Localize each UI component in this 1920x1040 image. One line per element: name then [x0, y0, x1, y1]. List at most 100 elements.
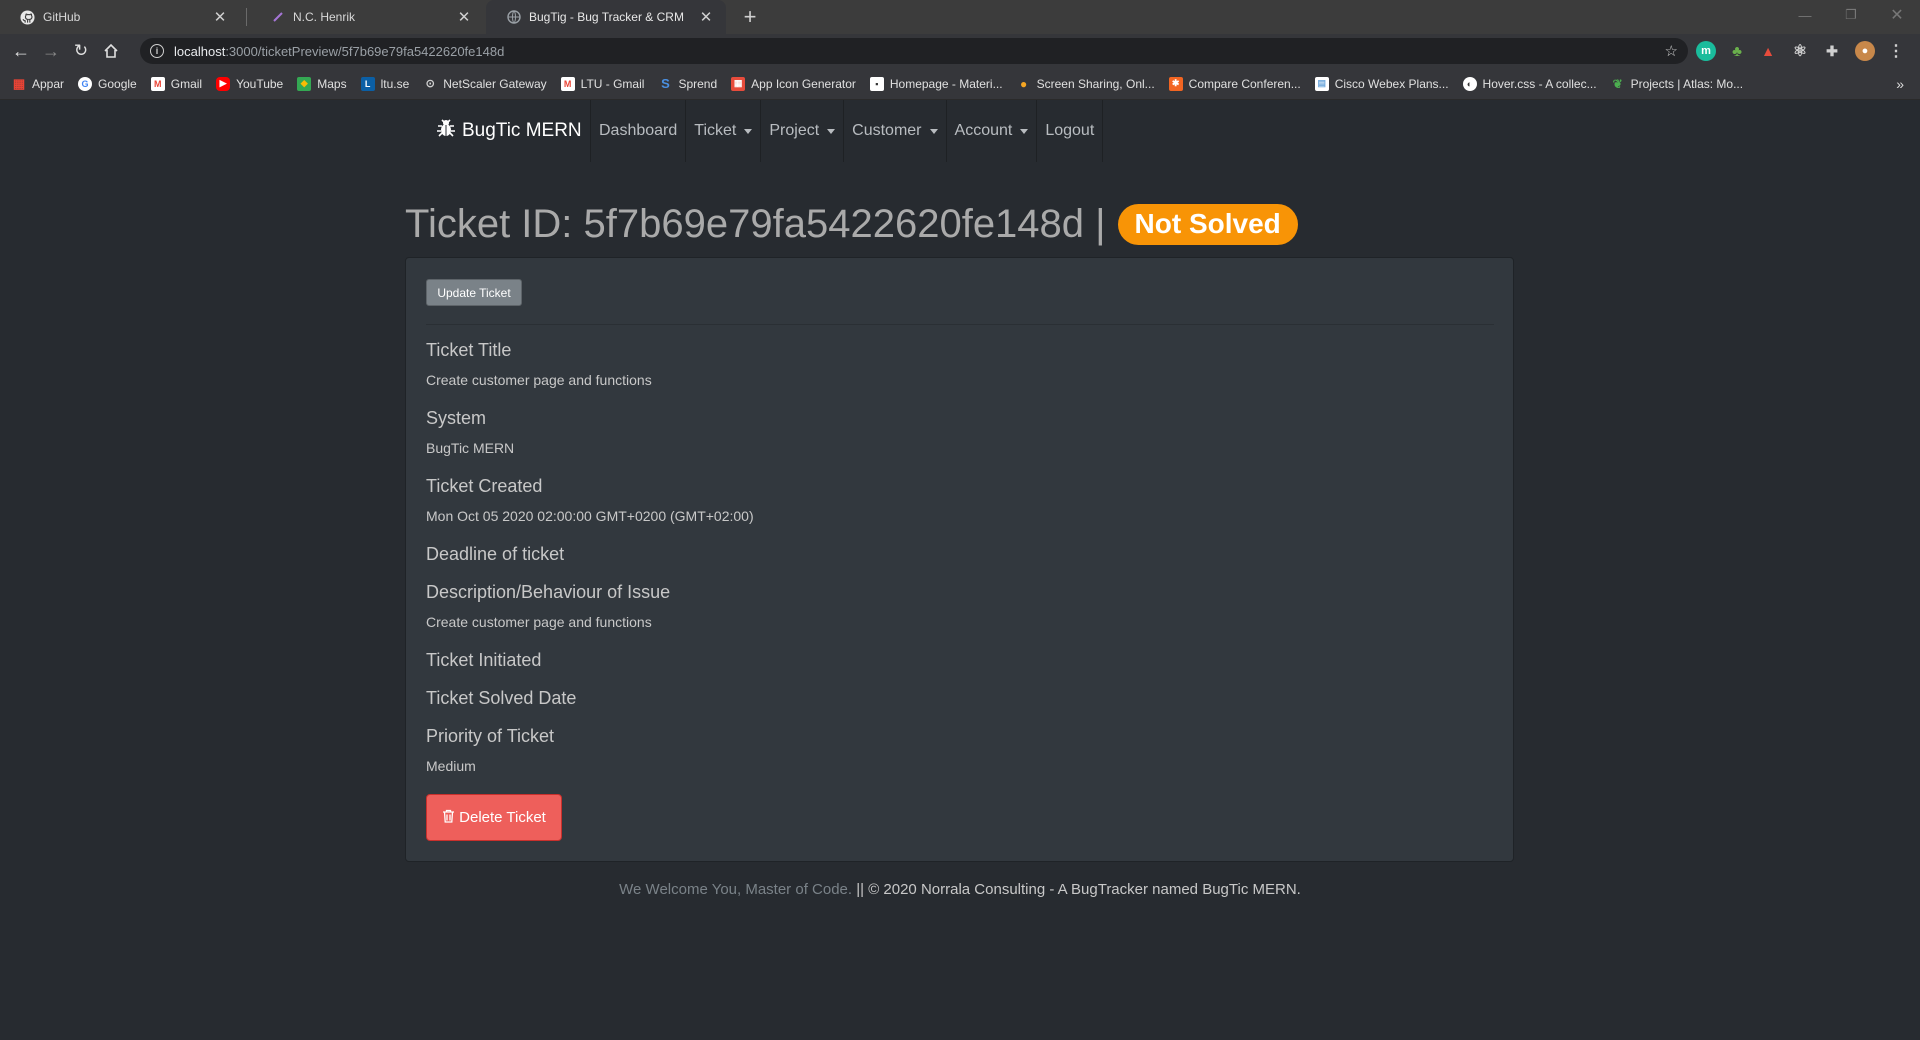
tab-separator [246, 8, 247, 26]
page-icon: ▪ [869, 76, 884, 91]
forward-icon[interactable]: → [36, 36, 66, 66]
bookmark-google[interactable]: G Google [78, 76, 137, 91]
tab-github[interactable]: GitHub ✕ [0, 0, 240, 34]
maps-icon: ◆ [297, 76, 312, 91]
description-value: Create customer page and functions [426, 614, 652, 630]
bookmark-youtube[interactable]: ▶ YouTube [216, 76, 283, 91]
system-label: System [426, 408, 487, 428]
restore-icon[interactable]: ❐ [1828, 0, 1874, 30]
lock-icon: ⊙ [425, 78, 435, 90]
trash-icon [442, 809, 455, 827]
ticket-created-value: Mon Oct 05 2020 02:00:00 GMT+0200 (GMT+0… [426, 508, 754, 524]
nav-ticket-dropdown[interactable]: Ticket [685, 100, 760, 162]
url-host: localhost [174, 43, 226, 59]
bookmark-ltu-gmail[interactable]: M LTU - Gmail [560, 76, 644, 91]
bookmarks-bar: ▦ Appar G Google M Gmail ▶ YouTube ◆ Maps Llt… [0, 68, 1920, 100]
close-window-icon[interactable]: ✕ [1874, 0, 1920, 30]
caret-down-icon [827, 128, 836, 134]
extensions-puzzle-icon[interactable]: ✚ [1822, 41, 1842, 61]
close-tab-icon[interactable]: ✕ [698, 9, 714, 26]
bookmark-appar[interactable]: ▦ Appar [12, 75, 64, 91]
ticket-title-value: Create customer page and functions [426, 372, 652, 388]
brand-name: BugTic MERN [462, 120, 582, 141]
bookmark-sprend[interactable]: S Sprend [658, 76, 717, 91]
url-path: :3000/ticketPreview/5f7b69e79fa5422620fe… [225, 43, 505, 59]
extension-react-icon[interactable]: ⚛ [1790, 41, 1810, 61]
footer-welcome: We Welcome You, Master of Code. [619, 881, 853, 898]
bookmark-netscaler[interactable]: ⊙ NetScaler Gateway [423, 77, 547, 91]
footer-copyright: || © 2020 Norrala Consulting - A BugTrac… [852, 881, 1301, 898]
mongodb-leaf-icon: ❦ [1612, 76, 1623, 91]
nav-customer-dropdown[interactable]: Customer [843, 100, 945, 162]
reload-icon[interactable]: ↻ [66, 36, 96, 66]
back-icon[interactable]: ← [6, 36, 36, 66]
ticket-id-heading: Ticket ID: 5f7b69e79fa5422620fe148d | [405, 202, 1106, 246]
main-nav: Dashboard Ticket Project Customer Accoun… [590, 100, 1104, 162]
status-badge: Not Solved [1117, 204, 1298, 245]
bookmark-app-icon-generator[interactable]: ▦ App Icon Generator [731, 76, 856, 91]
footer: We Welcome You, Master of Code. || © 202… [0, 881, 1920, 898]
hovercss-icon: ◐ [1462, 76, 1477, 91]
bookmark-gmail[interactable]: M Gmail [150, 76, 202, 91]
tab-henrik[interactable]: N.C. Henrik ✕ [250, 0, 484, 34]
bookmark-maps[interactable]: ◆ Maps [297, 76, 347, 91]
webex-icon: ▤ [1314, 76, 1329, 91]
gmail-icon: M [150, 76, 165, 91]
tab-title: GitHub [43, 10, 81, 24]
extension-m-icon[interactable]: m [1696, 41, 1716, 61]
minimize-icon[interactable]: — [1782, 0, 1828, 30]
page-title: Ticket ID: 5f7b69e79fa5422620fe148d | No… [405, 202, 1298, 247]
globe-icon [506, 10, 521, 25]
sprend-icon: S [661, 76, 670, 91]
update-ticket-button[interactable]: Update Ticket [426, 279, 522, 306]
page-favicon-icon [270, 10, 285, 25]
bookmark-screen-sharing[interactable]: ● Screen Sharing, Onl... [1017, 77, 1155, 91]
home-icon[interactable] [96, 36, 126, 66]
bookmark-hover-css[interactable]: ◐ Hover.css - A collec... [1462, 76, 1597, 91]
close-tab-icon[interactable]: ✕ [456, 9, 472, 26]
address-bar[interactable]: i localhost:3000/ticketPreview/5f7b69e79… [140, 38, 1688, 64]
browser-toolbar: ← → ↻ i localhost:3000/ticketPreview/5f7… [0, 34, 1920, 68]
divider [426, 324, 1494, 325]
compare-icon: ✱ [1168, 76, 1183, 91]
profile-avatar[interactable]: ● [1855, 41, 1875, 61]
tab-bugtig[interactable]: BugTig - Bug Tracker & CRM ✕ [486, 0, 726, 34]
browser-menu-icon[interactable]: ⋮ [1886, 41, 1906, 61]
delete-ticket-button[interactable]: Delete Ticket [426, 794, 562, 841]
nav-logout[interactable]: Logout [1036, 100, 1104, 162]
ticket-title-label: Ticket Title [426, 340, 512, 360]
extension-tree-icon[interactable]: ♣ [1727, 41, 1747, 61]
site-info-icon[interactable]: i [150, 44, 164, 58]
bookmark-homepage[interactable]: ▪ Homepage - Materi... [869, 76, 1003, 91]
bookmark-compare-conferencing[interactable]: ✱ Compare Conferen... [1168, 76, 1301, 91]
ticket-initiated-label: Ticket Initiated [426, 650, 542, 670]
ticket-details-card: Update Ticket Ticket Title Create custom… [405, 257, 1514, 862]
bookmark-ltu[interactable]: Lltu.se [360, 76, 409, 91]
bookmarks-overflow-icon[interactable]: » [1896, 76, 1904, 92]
caret-down-icon [929, 128, 938, 134]
apps-grid-icon: ▦ [12, 75, 26, 91]
extension-rocket-icon[interactable]: ▲ [1758, 41, 1778, 61]
ticket-created-label: Ticket Created [426, 476, 543, 496]
screen-sharing-icon: ● [1019, 76, 1028, 91]
new-tab-button[interactable]: + [738, 0, 762, 34]
caret-down-icon [1020, 128, 1029, 134]
bookmark-mongodb-atlas[interactable]: ❦ Projects | Atlas: Mo... [1611, 77, 1744, 91]
youtube-icon: ▶ [216, 76, 231, 91]
browser-tab-bar: GitHub ✕ N.C. Henrik ✕ BugTig - Bug Trac… [0, 0, 1920, 34]
tab-title: N.C. Henrik [293, 10, 356, 24]
priority-value: Medium [426, 758, 476, 774]
nav-project-dropdown[interactable]: Project [760, 100, 843, 162]
app-icon-generator-icon: ▦ [731, 76, 746, 91]
bookmark-cisco-webex[interactable]: ▤ Cisco Webex Plans... [1314, 76, 1449, 91]
nav-dashboard[interactable]: Dashboard [590, 100, 685, 162]
google-icon: G [78, 76, 93, 91]
caret-down-icon [744, 128, 753, 134]
bug-icon [436, 118, 456, 144]
close-tab-icon[interactable]: ✕ [212, 9, 228, 26]
brand-link[interactable]: BugTic MERN [436, 118, 582, 144]
priority-label: Priority of Ticket [426, 726, 555, 746]
bookmark-star-icon[interactable]: ☆ [1665, 42, 1678, 60]
nav-account-dropdown[interactable]: Account [945, 100, 1037, 162]
ticket-solved-date-label: Ticket Solved Date [426, 688, 577, 708]
